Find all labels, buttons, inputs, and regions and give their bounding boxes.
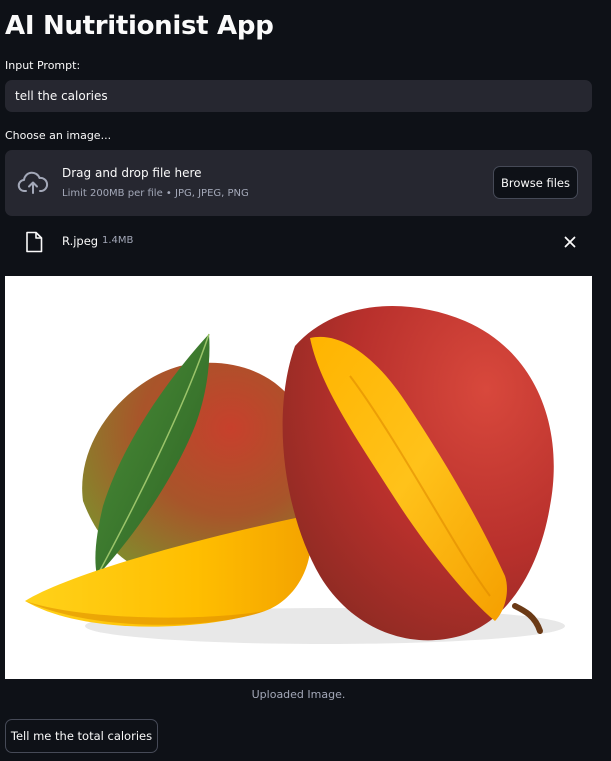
app-page: AI Nutritionist App Input Prompt: Choose… (0, 0, 611, 761)
mango-image (25, 306, 565, 644)
uploaded-image (5, 276, 592, 679)
uploader-label: Choose an image... (5, 129, 112, 142)
file-icon (26, 231, 43, 253)
dropzone-title: Drag and drop file here (62, 166, 202, 180)
prompt-input[interactable] (5, 80, 592, 112)
dropzone-limit: Limit 200MB per file • JPG, JPEG, PNG (62, 188, 249, 199)
page-title: AI Nutritionist App (5, 11, 274, 41)
prompt-label: Input Prompt: (5, 59, 81, 72)
close-icon[interactable] (562, 234, 578, 250)
uploaded-file-row: R.jpeg 1.4MB (5, 226, 592, 258)
file-size: 1.4MB (102, 235, 134, 246)
file-dropzone[interactable]: Drag and drop file here Limit 200MB per … (5, 150, 592, 216)
file-name: R.jpeg (62, 234, 99, 248)
total-calories-button[interactable]: Tell me the total calories (5, 719, 158, 753)
cloud-upload-icon (17, 171, 48, 194)
browse-files-button[interactable]: Browse files (493, 166, 578, 199)
image-caption: Uploaded Image. (251, 688, 346, 701)
